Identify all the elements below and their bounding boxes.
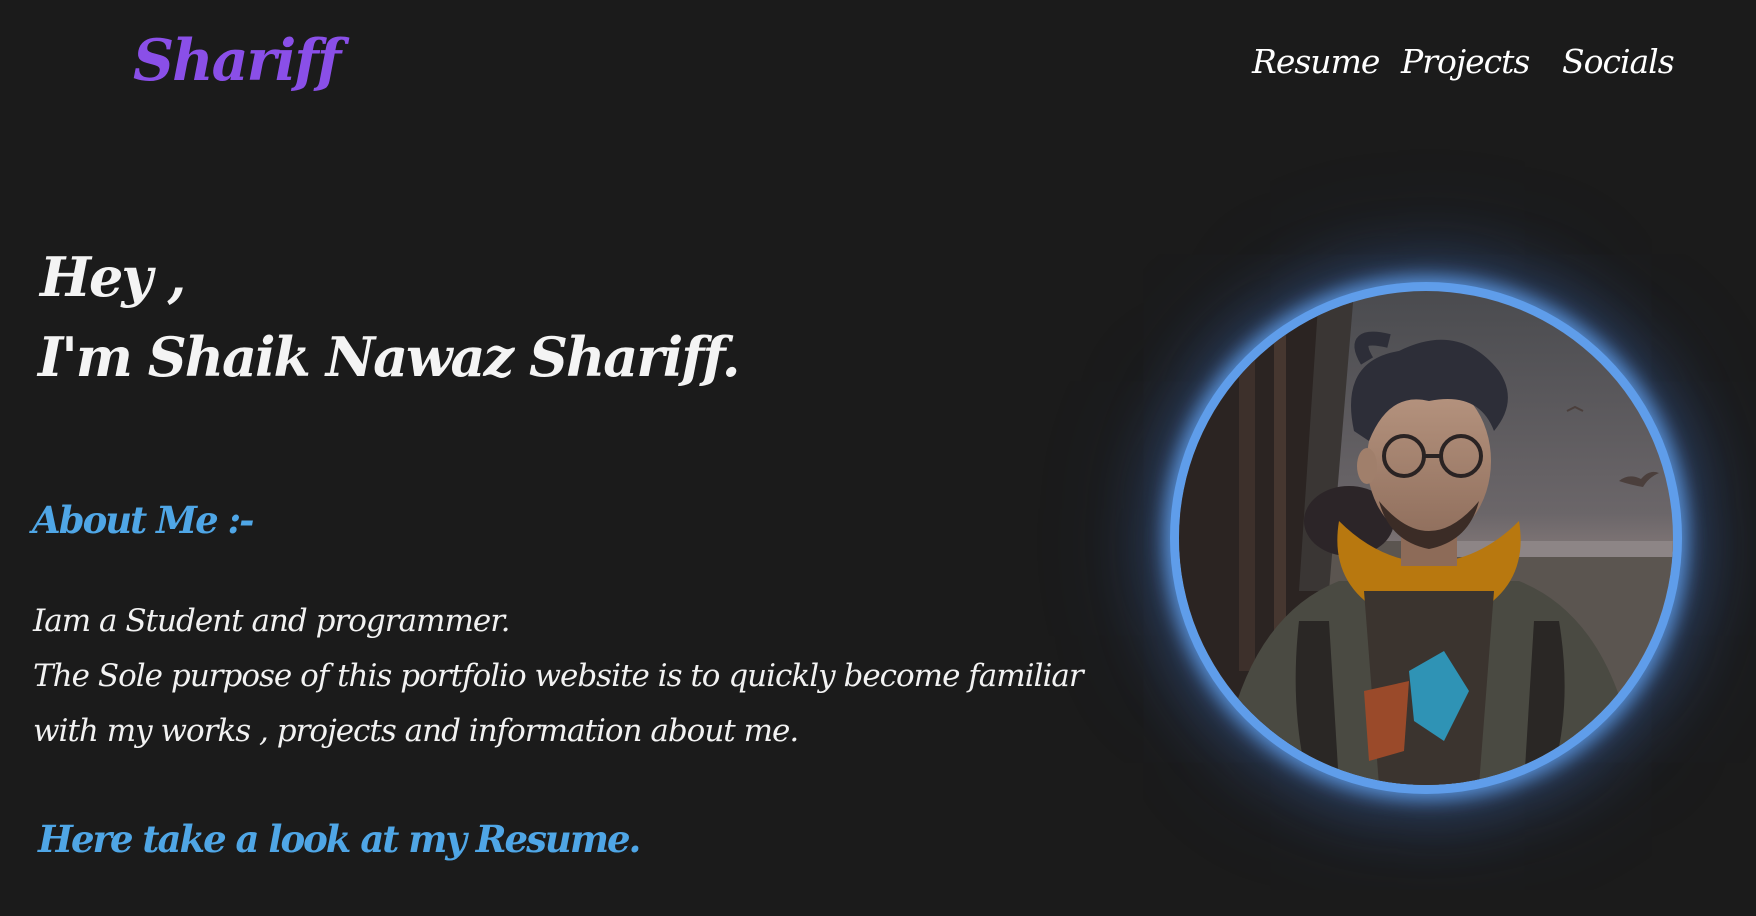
nav-socials-link[interactable]: Socials <box>1562 40 1675 84</box>
about-text: Iam a Student and programmer. The Sole p… <box>33 594 1093 759</box>
about-heading: About Me :- <box>32 498 255 542</box>
avatar-frame <box>1170 282 1682 794</box>
resume-link[interactable]: Here take a look at my Resume. <box>38 815 641 863</box>
about-line: with my works , projects and information… <box>33 713 799 749</box>
about-line: Iam a Student and programmer. <box>33 603 510 639</box>
nav-projects-link[interactable]: Projects <box>1401 40 1530 84</box>
hero-intro: I'm Shaik Nawaz Shariff. <box>38 325 741 389</box>
site-logo[interactable]: Shariff <box>133 28 341 94</box>
avatar <box>1179 291 1673 785</box>
nav-resume-link[interactable]: Resume <box>1252 40 1380 84</box>
about-line: The Sole purpose of this portfolio websi… <box>33 658 1084 694</box>
hero-greeting: Hey , <box>40 245 186 309</box>
